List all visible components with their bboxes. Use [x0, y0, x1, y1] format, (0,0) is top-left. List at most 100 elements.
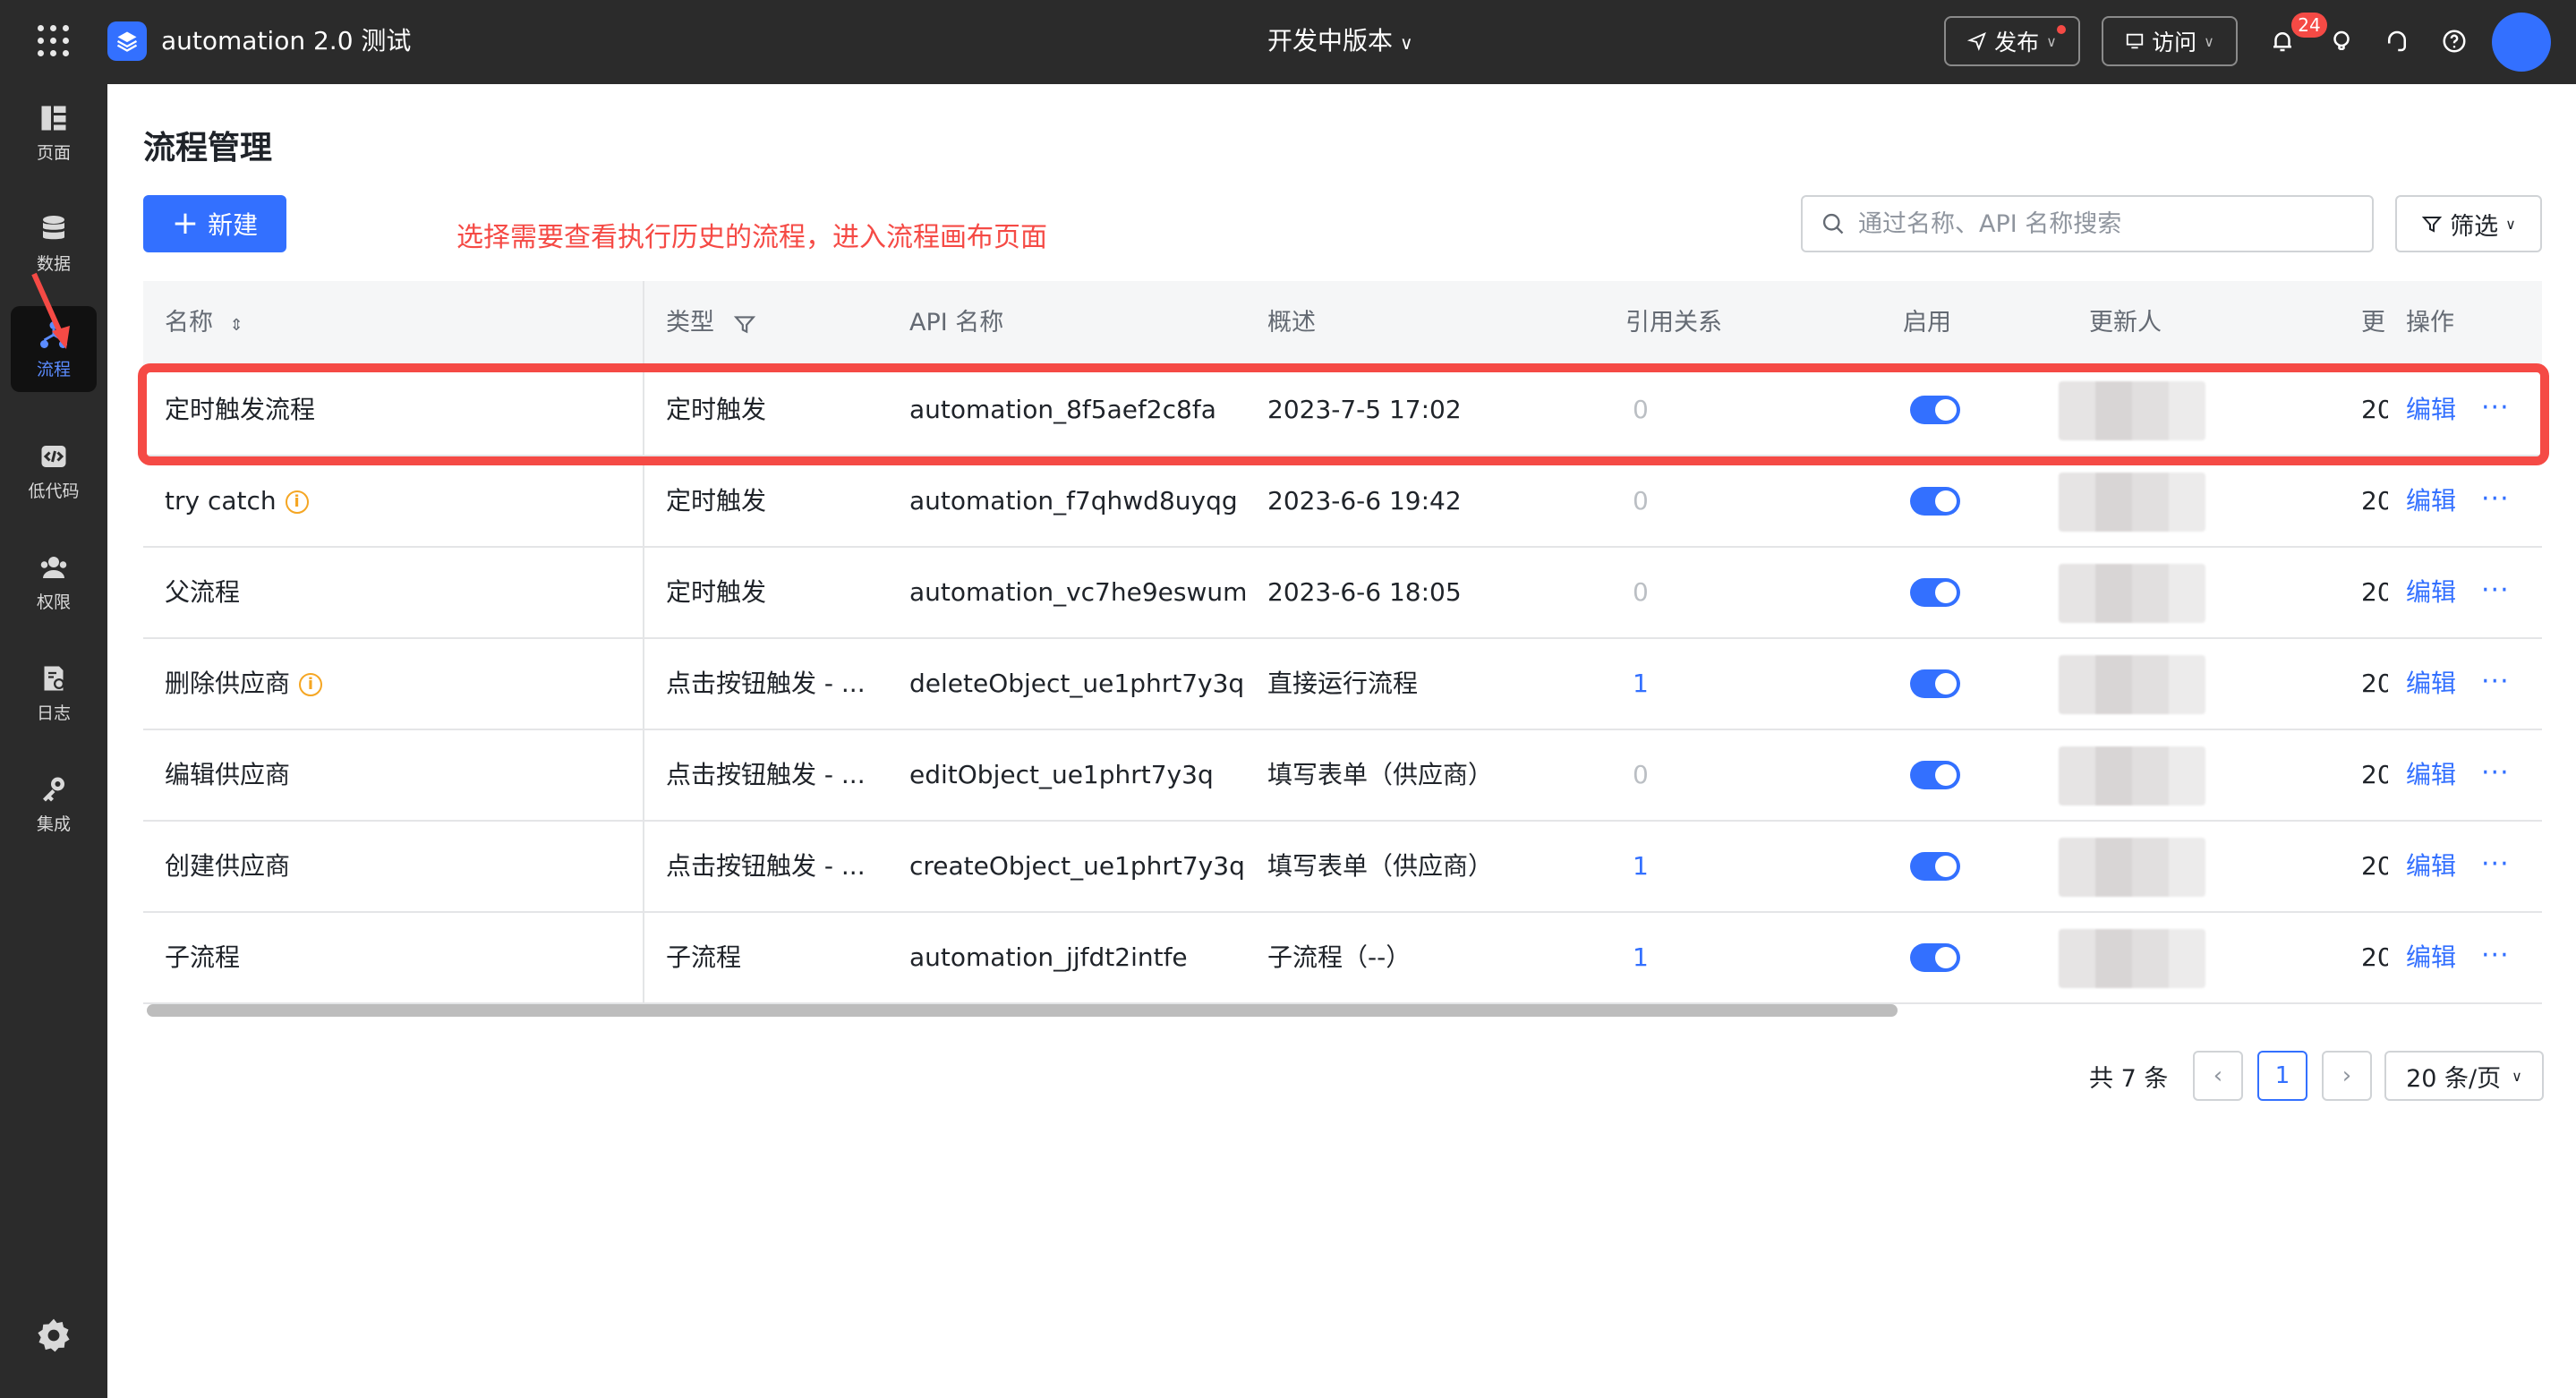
updater-avatar-blurred [2059, 929, 2205, 988]
info-icon[interactable]: i [299, 673, 323, 696]
row-refs[interactable]: 0 [1633, 365, 1649, 455]
sort-icon[interactable]: ⇕ [230, 316, 243, 335]
sidebar-item-pages[interactable]: 页面 [11, 90, 97, 175]
edit-link[interactable]: 编辑 [2406, 456, 2456, 546]
table-row[interactable]: try catch i 定时触发 automation_f7qhwd8uyqg 2… [143, 456, 2542, 548]
table-row[interactable]: 父流程 定时触发 automation_vc7he9eswum 2023-6-6… [143, 548, 2542, 639]
edit-link[interactable]: 编辑 [2406, 730, 2456, 820]
table-row[interactable]: 子流程 子流程 automation_jjfdt2intfe 子流程（--） 1… [143, 913, 2542, 1004]
row-name[interactable]: 编辑供应商 [165, 730, 290, 820]
row-summary: 填写表单（供应商） [1267, 851, 1494, 881]
filter-button[interactable]: 筛选 ∨ [2395, 195, 2542, 252]
search-input[interactable] [1858, 209, 2341, 238]
sidebar-item-logs[interactable]: 日志 [11, 650, 97, 736]
updater-avatar-blurred [2059, 746, 2205, 806]
page-number-button[interactable]: 1 [2257, 1051, 2307, 1101]
row-refs[interactable]: 0 [1633, 730, 1649, 820]
table-row[interactable]: 定时触发流程 定时触发 automation_8f5aef2c8fa 2023-… [143, 365, 2542, 456]
sidebar-item-workflow[interactable]: 流程 [11, 306, 97, 392]
row-refs[interactable]: 1 [1633, 822, 1649, 911]
row-refs[interactable]: 0 [1633, 548, 1649, 637]
visit-label: 访问 [2152, 30, 2197, 55]
headset-icon[interactable] [2379, 23, 2415, 59]
more-icon[interactable]: ··· [2481, 365, 2510, 455]
page-size-select[interactable]: 20 条/页 ∨ [2384, 1051, 2544, 1101]
lightbulb-icon[interactable] [2324, 23, 2359, 59]
table-row[interactable]: 删除供应商 i 点击按钮触发 - ... deleteObject_ue1phrt… [143, 639, 2542, 730]
publish-dot [2057, 25, 2066, 34]
edit-link[interactable]: 编辑 [2406, 548, 2456, 637]
side-nav: 页面 数据 流程 低代码 权限 日志 集成 [0, 84, 107, 1398]
sidebar-item-integration[interactable]: 集成 [11, 761, 97, 847]
avatar[interactable] [2492, 13, 2551, 72]
workflow-icon [40, 320, 67, 348]
help-icon[interactable] [2436, 23, 2472, 59]
header-type: 类型 [666, 281, 756, 365]
publish-button[interactable]: 发布 ∨ [1944, 16, 2080, 66]
chevron-down-icon: ∨ [2505, 215, 2516, 233]
row-refs[interactable]: 1 [1633, 639, 1649, 729]
header-updated: 更 [2361, 309, 2385, 337]
row-api: deleteObject_ue1phrt7y3q [909, 669, 1245, 698]
version-label: 开发中版本 [1267, 26, 1394, 55]
filter-icon[interactable] [733, 312, 756, 336]
version-selector[interactable]: 开发中版本 ∨ [1267, 23, 1413, 61]
enable-toggle[interactable] [1910, 852, 1960, 881]
horizontal-scrollbar[interactable] [147, 1004, 2542, 1017]
info-icon[interactable]: i [285, 490, 309, 514]
key-icon [43, 777, 64, 801]
row-name[interactable]: 定时触发流程 [165, 365, 315, 455]
row-type: 定时触发 [666, 577, 767, 607]
sidebar-item-data[interactable]: 数据 [11, 200, 97, 286]
enable-toggle[interactable] [1910, 487, 1960, 516]
row-summary: 填写表单（供应商） [1267, 760, 1494, 789]
gear-icon[interactable] [34, 1316, 73, 1355]
log-icon [44, 666, 64, 690]
plus-icon: + [171, 205, 200, 242]
visit-button[interactable]: 访问 ∨ [2102, 16, 2238, 66]
row-api: createObject_ue1phrt7y3q [909, 851, 1245, 881]
row-api: automation_vc7he9eswum [909, 577, 1248, 607]
more-icon[interactable]: ··· [2481, 822, 2510, 911]
new-workflow-button[interactable]: + 新建 [143, 195, 286, 252]
enable-toggle[interactable] [1910, 669, 1960, 698]
row-api: automation_jjfdt2intfe [909, 942, 1188, 972]
enable-toggle[interactable] [1910, 943, 1960, 972]
more-icon[interactable]: ··· [2481, 548, 2510, 637]
header-name[interactable]: 名称 ⇕ [165, 281, 243, 365]
row-name[interactable]: 父流程 [165, 548, 240, 637]
row-refs[interactable]: 1 [1633, 913, 1649, 1002]
app-grid-icon[interactable] [38, 25, 70, 57]
row-name[interactable]: try catch i [165, 456, 309, 546]
edit-link[interactable]: 编辑 [2406, 365, 2456, 455]
more-icon[interactable]: ··· [2481, 730, 2510, 820]
chevron-down-icon: ∨ [2512, 1067, 2522, 1085]
edit-link[interactable]: 编辑 [2406, 822, 2456, 911]
header-actions: 操作 [2406, 309, 2454, 337]
chevron-down-icon: ∨ [2046, 32, 2057, 50]
enable-toggle[interactable] [1910, 396, 1960, 424]
enable-toggle[interactable] [1910, 761, 1960, 789]
enable-toggle[interactable] [1910, 578, 1960, 607]
more-icon[interactable]: ··· [2481, 639, 2510, 729]
sidebar-item-lowcode[interactable]: 低代码 [11, 428, 97, 514]
scrollbar-thumb[interactable] [147, 1004, 1898, 1017]
sidebar-item-label: 权限 [36, 592, 71, 612]
table-row[interactable]: 创建供应商 点击按钮触发 - ... createObject_ue1phrt7… [143, 822, 2542, 913]
header-api: API 名称 [909, 309, 1004, 337]
row-summary: 2023-6-6 18:05 [1267, 577, 1462, 607]
table-row[interactable]: 编辑供应商 点击按钮触发 - ... editObject_ue1phrt7y3… [143, 730, 2542, 822]
more-icon[interactable]: ··· [2481, 913, 2510, 1002]
row-name[interactable]: 创建供应商 [165, 822, 290, 911]
edit-link[interactable]: 编辑 [2406, 639, 2456, 729]
row-type: 定时触发 [666, 486, 767, 516]
prev-page-button[interactable]: ‹ [2193, 1051, 2243, 1101]
search-box[interactable] [1801, 195, 2374, 252]
row-name[interactable]: 删除供应商 i [165, 639, 323, 729]
row-refs[interactable]: 0 [1633, 456, 1649, 546]
edit-link[interactable]: 编辑 [2406, 913, 2456, 1002]
more-icon[interactable]: ··· [2481, 456, 2510, 546]
sidebar-item-permissions[interactable]: 权限 [11, 539, 97, 625]
next-page-button[interactable]: › [2322, 1051, 2372, 1101]
row-name[interactable]: 子流程 [165, 913, 240, 1002]
